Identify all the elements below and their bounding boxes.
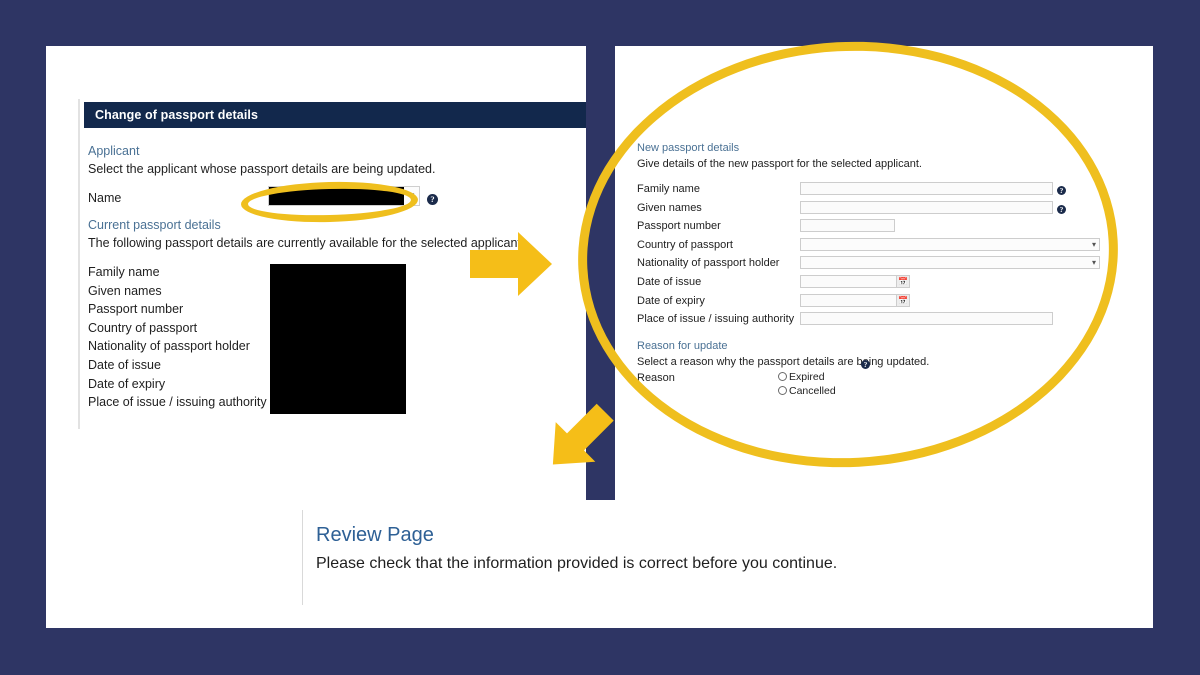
review-page-title: Review Page: [316, 524, 434, 546]
radio-option-label: Cancelled: [789, 385, 836, 397]
name-help-icon[interactable]: ?: [427, 191, 438, 209]
form-field-label: Nationality of passport holder: [637, 257, 780, 270]
field-help-icon[interactable]: ?: [1057, 201, 1066, 219]
form-field-label: Country of passport: [637, 238, 733, 251]
date-input[interactable]: [800, 293, 910, 307]
reason-radio-group: Expired Cancelled: [778, 371, 836, 399]
radio-button[interactable]: [778, 385, 787, 395]
review-page-panel: Review Page Please check that the inform…: [276, 500, 1153, 628]
text-input[interactable]: [800, 200, 1053, 214]
form-row: Family name?: [637, 182, 1127, 201]
form-row: Given names?: [637, 200, 1127, 220]
current-details-field-list: Family name Given names Passport number Cou…: [88, 265, 267, 414]
current-detail-label: Nationality of passport holder: [88, 339, 250, 354]
page-title-bar: Change of passport details: [84, 102, 586, 128]
form-row: Date of expiry 📅: [637, 293, 1127, 313]
current-detail-label: Place of issue / issuing authority: [88, 395, 267, 410]
current-detail-label: Country of passport: [88, 320, 198, 335]
current-detail-label: Given names: [88, 283, 162, 298]
select-input[interactable]: ▾: [800, 256, 1100, 270]
form-row: Nationality of passport holder ▾: [637, 256, 1127, 275]
reason-help-icon[interactable]: ?: [861, 356, 870, 374]
reason-section-description: Select a reason why the passport details…: [637, 356, 930, 368]
current-detail-label: Date of expiry: [88, 376, 166, 391]
review-page-subtitle: Please check that the information provid…: [316, 555, 838, 572]
form-field-label: Date of issue: [637, 275, 702, 288]
radio-option[interactable]: Expired: [778, 371, 836, 385]
redaction-mask-name: [269, 187, 404, 205]
radio-option-label: Expired: [789, 371, 825, 383]
form-row: Country of passport ▾: [637, 237, 1127, 257]
chevron-down-icon: ▾: [1091, 239, 1096, 249]
applicant-section-heading: Applicant: [88, 144, 140, 158]
text-input[interactable]: [800, 182, 1053, 195]
review-divider: [302, 510, 303, 605]
form-field-label: Passport number: [637, 220, 721, 233]
screenshot-stage: Change of passport details Applicant Sel…: [0, 0, 1200, 675]
redaction-mask-current-values: [270, 264, 406, 414]
current-details-heading: Current passport details: [88, 218, 221, 232]
new-passport-form: Family name? Given names? Passport number C…: [637, 182, 1127, 331]
name-select[interactable]: ▾: [268, 186, 420, 206]
current-details-description: The following passport details are curre…: [88, 236, 525, 250]
chevron-down-icon: ▾: [409, 190, 415, 200]
field-help-icon[interactable]: ?: [1057, 182, 1066, 200]
radio-option[interactable]: Cancelled: [778, 385, 836, 399]
form-field-label: Given names: [637, 201, 702, 214]
reason-field-label: Reason: [637, 372, 675, 384]
applicant-section-description: Select the applicant whose passport deta…: [88, 162, 436, 176]
current-detail-label: Passport number: [88, 302, 184, 317]
new-details-description: Give details of the new passport for the…: [637, 158, 922, 170]
reason-section-heading: Reason for update: [637, 340, 728, 352]
current-detail-label: Family name: [88, 265, 160, 279]
select-input[interactable]: ▾: [800, 237, 1100, 251]
calendar-icon[interactable]: 📅: [896, 293, 910, 307]
form-row: Passport number: [637, 219, 1127, 238]
new-details-heading: New passport details: [637, 142, 740, 154]
text-input-short[interactable]: [800, 219, 895, 233]
form-field-label: Date of expiry: [637, 294, 705, 307]
name-field-label: Name: [88, 191, 122, 205]
form-field-label: Family name: [637, 183, 700, 195]
calendar-icon[interactable]: 📅: [896, 274, 910, 288]
date-input[interactable]: [800, 274, 910, 288]
text-input[interactable]: [800, 312, 1053, 326]
left-page-divider: [78, 99, 80, 429]
form-row: Date of issue 📅: [637, 274, 1127, 294]
chevron-down-icon: ▾: [1091, 258, 1096, 268]
radio-button[interactable]: [778, 371, 787, 381]
form-field-label: Place of issue / issuing authority: [637, 313, 795, 326]
current-detail-label: Date of issue: [88, 357, 161, 372]
form-row: Place of issue / issuing authority: [637, 312, 1127, 331]
